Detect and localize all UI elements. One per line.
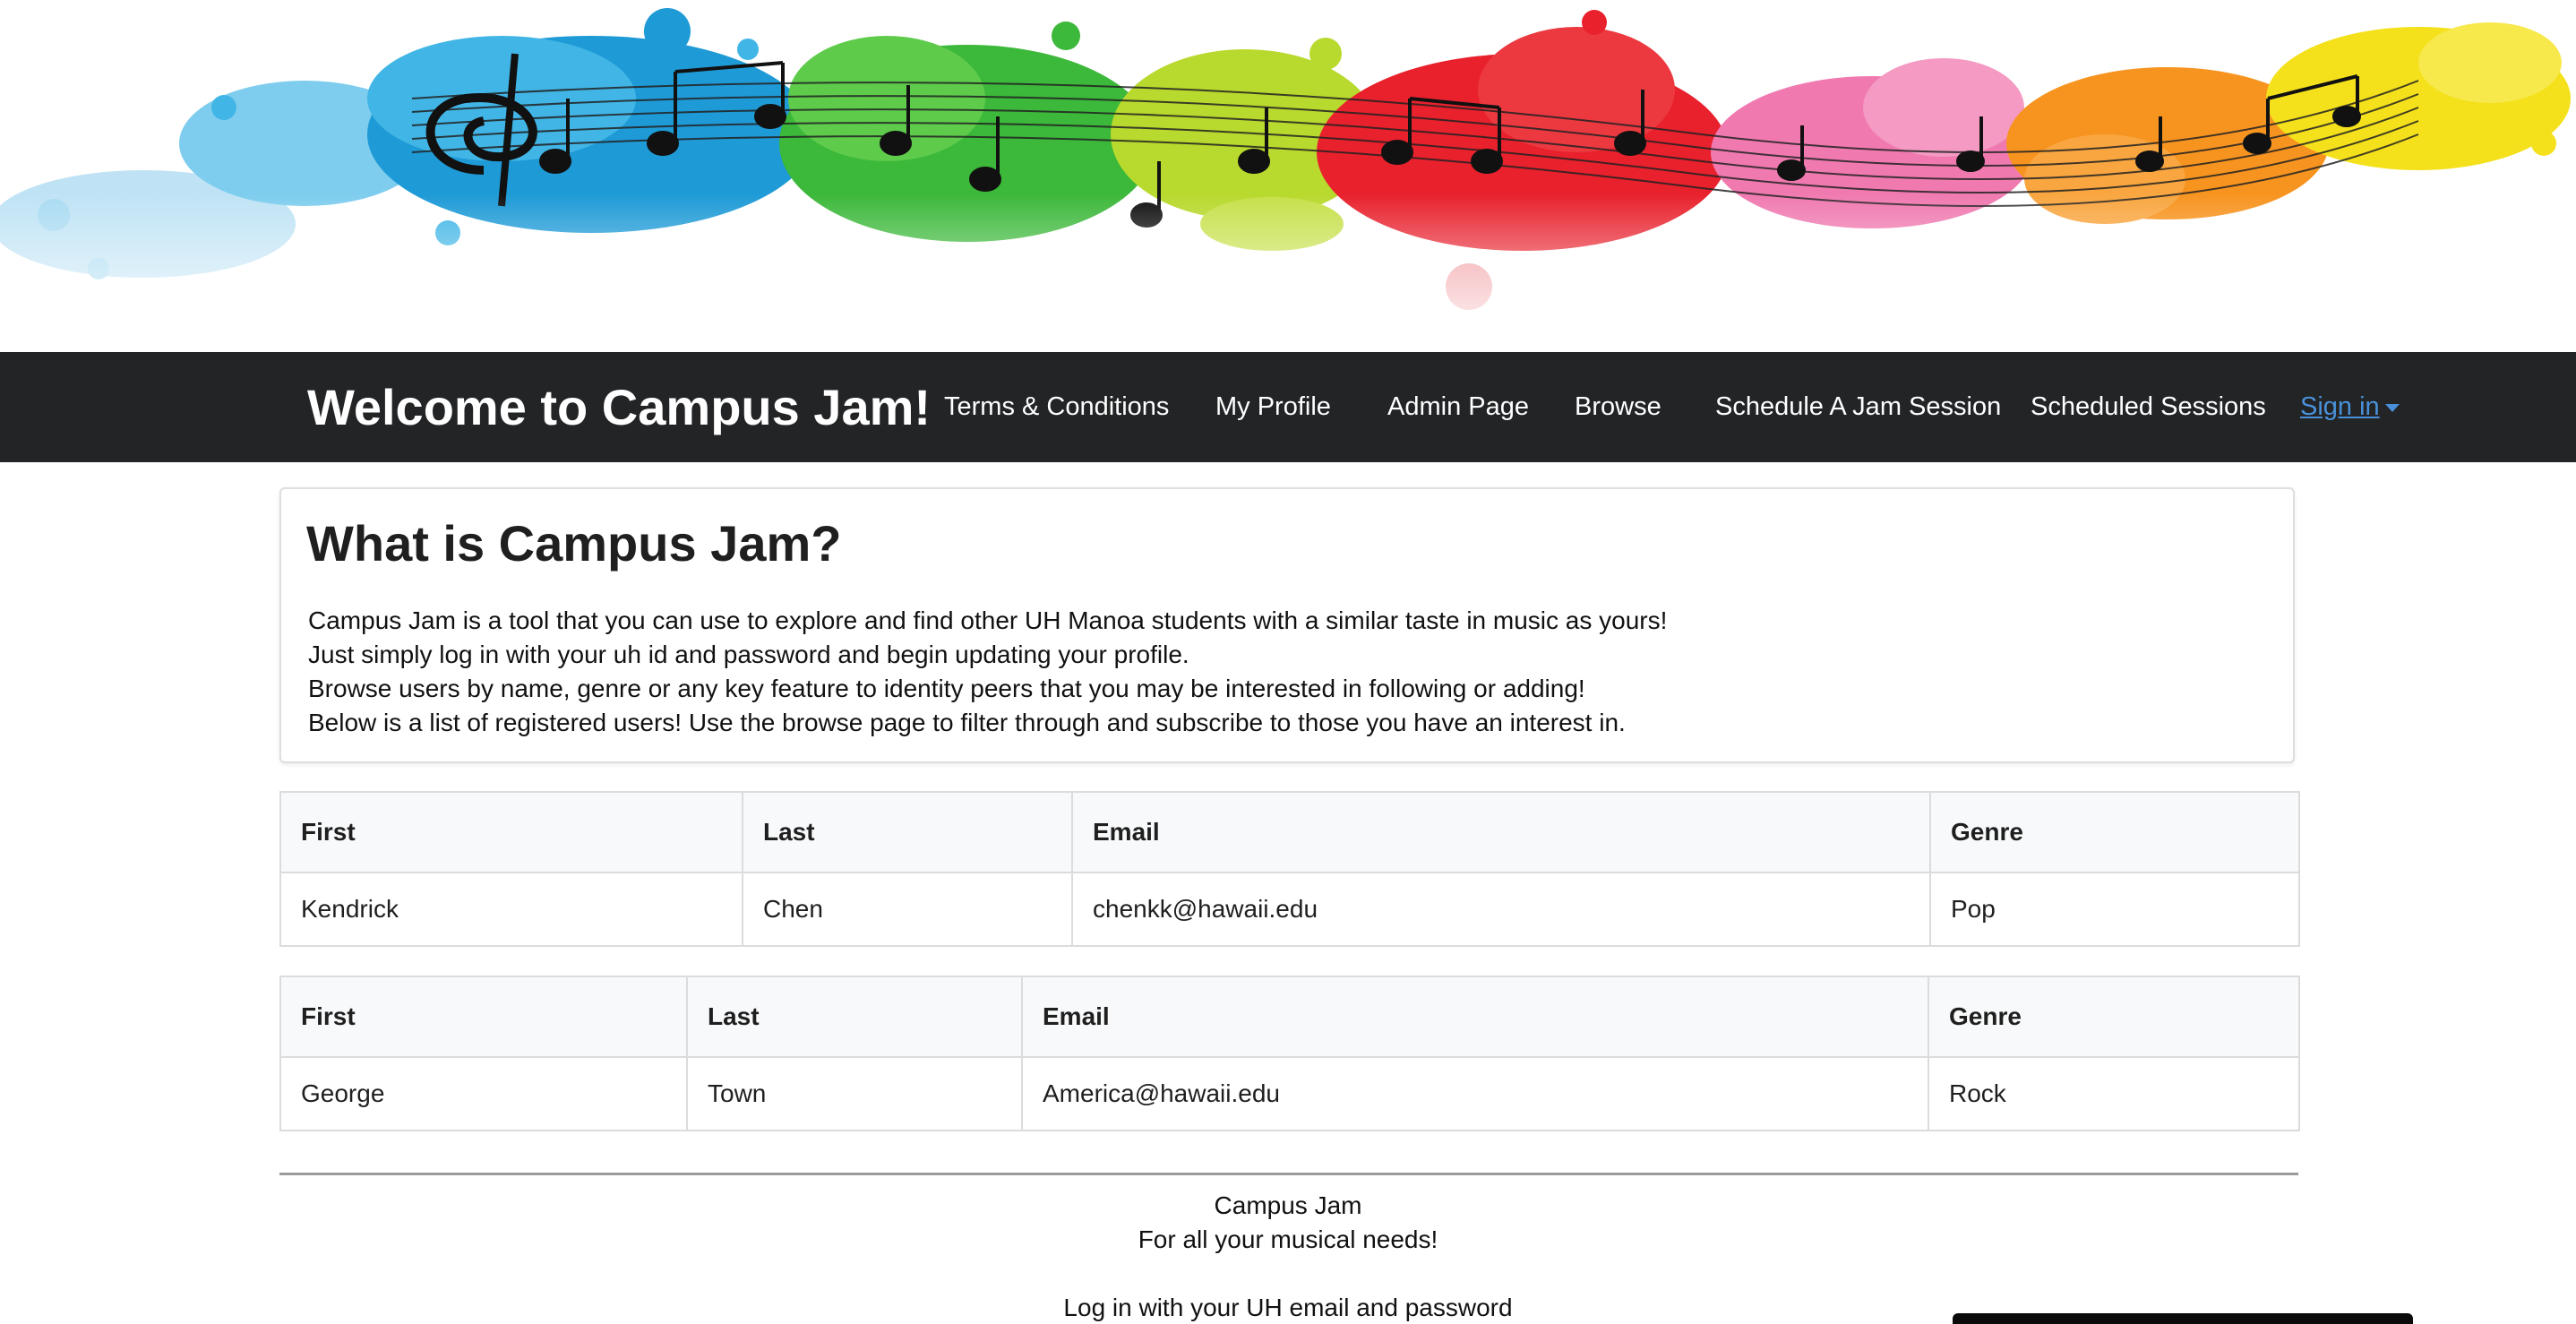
footer-site-name: Campus Jam — [1214, 1191, 1362, 1219]
intro-text: Campus Jam is a tool that you can use to… — [308, 604, 1667, 740]
caret-down-icon — [2384, 403, 2400, 412]
intro-line: Browse users by name, genre or any key f… — [308, 675, 1585, 702]
banner-image — [0, 0, 2576, 352]
user-table: First Last Email Genre George Town Ameri… — [279, 976, 2300, 1131]
sign-in-label: Sign in — [2300, 392, 2380, 421]
table-header-row: First Last Email Genre — [279, 791, 2300, 873]
footer-divider — [279, 1173, 2298, 1175]
column-header-first: First — [279, 791, 743, 873]
page: Welcome to Campus Jam! Terms & Condition… — [0, 0, 2576, 1324]
intro-line: Below is a list of registered users! Use… — [308, 709, 1626, 736]
cell-first: George — [279, 1056, 688, 1131]
cell-first: Kendrick — [279, 872, 743, 947]
nav-schedule-jam-session[interactable]: Schedule A Jam Session — [1715, 352, 2001, 462]
nav-scheduled-sessions[interactable]: Scheduled Sessions — [2031, 352, 2266, 462]
nav-admin-page[interactable]: Admin Page — [1387, 352, 1529, 462]
top-navbar: Welcome to Campus Jam! Terms & Condition… — [0, 352, 2576, 462]
intro-title: What is Campus Jam? — [306, 515, 842, 572]
column-header-email: Email — [1021, 976, 1929, 1058]
intro-segment: What is Campus Jam? Campus Jam is a tool… — [279, 487, 2295, 763]
table-row: George Town America@hawaii.edu Rock — [279, 1056, 2300, 1131]
cell-last: Chen — [742, 872, 1073, 947]
intro-line: Campus Jam is a tool that you can use to… — [308, 606, 1668, 634]
column-header-email: Email — [1071, 791, 1931, 873]
user-table: First Last Email Genre Kendrick Chen che… — [279, 791, 2300, 947]
nav-my-profile[interactable]: My Profile — [1215, 352, 1331, 462]
brand-title[interactable]: Welcome to Campus Jam! — [307, 352, 931, 462]
bottom-right-bar — [1953, 1313, 2413, 1324]
cell-genre: Rock — [1928, 1056, 2300, 1131]
cell-email: chenkk@hawaii.edu — [1071, 872, 1931, 947]
column-header-first: First — [279, 976, 688, 1058]
column-header-genre: Genre — [1929, 791, 2300, 873]
intro-line: Just simply log in with your uh id and p… — [308, 641, 1189, 668]
footer-tagline: For all your musical needs! — [1138, 1225, 1438, 1253]
nav-browse[interactable]: Browse — [1575, 352, 1662, 462]
cell-last: Town — [686, 1056, 1023, 1131]
cell-email: America@hawaii.edu — [1021, 1056, 1929, 1131]
sign-in-dropdown[interactable]: Sign in — [2300, 352, 2400, 462]
table-header-row: First Last Email Genre — [279, 976, 2300, 1058]
cell-genre: Pop — [1929, 872, 2300, 947]
column-header-last: Last — [686, 976, 1023, 1058]
paint-splash-music-notes-image — [0, 0, 2576, 352]
column-header-last: Last — [742, 791, 1073, 873]
nav-terms-conditions[interactable]: Terms & Conditions — [944, 352, 1169, 462]
column-header-genre: Genre — [1928, 976, 2300, 1058]
table-row: Kendrick Chen chenkk@hawaii.edu Pop — [279, 872, 2300, 947]
